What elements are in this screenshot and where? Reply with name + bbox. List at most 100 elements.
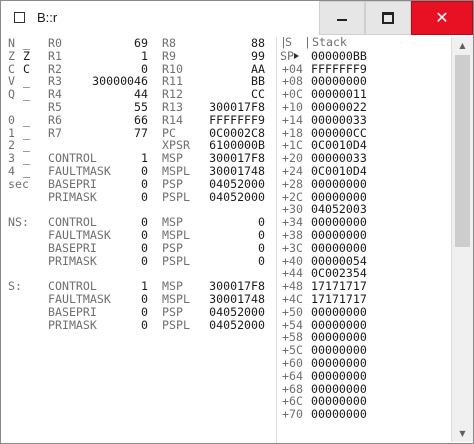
window-icon[interactable] <box>14 12 25 23</box>
stack-pointer-name: MSPL <box>162 292 190 306</box>
register-value[interactable]: 66 <box>134 113 148 127</box>
register-view: N _ Z Z C C V _ Q _ 0 _ 1 _ 2 _ 3 _ 4 _ sec R0 69 R1 1 R2 0 R3 30000… <box>1 37 451 443</box>
stack-pointer-name: PSPL <box>162 189 190 204</box>
flag-name: Z <box>8 48 15 63</box>
stack-pointer-name: PSPL <box>162 317 190 332</box>
stack-value[interactable]: 17171717 <box>311 293 367 306</box>
special-register-name: FAULTMASK <box>48 292 111 306</box>
register-value[interactable]: 99 <box>251 49 265 63</box>
special-register-name: PRIMASK <box>48 253 97 268</box>
stack-value[interactable]: 00000000 <box>311 408 367 421</box>
special-register-value[interactable]: 0 <box>141 318 148 332</box>
special-register-value[interactable]: 0 <box>141 254 148 268</box>
maximize-button[interactable] <box>365 1 411 35</box>
register-name: R6 <box>48 112 62 127</box>
stack-offset: +60 <box>282 356 303 370</box>
register-name: R7 <box>48 125 62 140</box>
special-register-name: PRIMASK <box>48 189 97 204</box>
stack-value[interactable]: 00000000 <box>311 369 367 383</box>
special-register-value[interactable]: 0 <box>141 229 148 242</box>
register-value[interactable]: 300017F8 <box>209 101 265 114</box>
stack-value[interactable]: 000000BB <box>311 49 367 63</box>
special-register-name: BASEPRI <box>48 176 97 191</box>
stack-offset: +4C <box>282 292 303 306</box>
stack-pointer-value[interactable]: 04052000 <box>209 305 265 319</box>
register-name: R0 <box>48 37 62 50</box>
flag-name: sec <box>8 176 29 191</box>
stack-offset: +3C <box>282 240 303 255</box>
close-button[interactable]: ✕ <box>411 1 473 35</box>
stack-divider <box>276 37 277 443</box>
stack-offset: +28 <box>282 176 303 191</box>
stack-value[interactable]: 00000033 <box>311 113 367 127</box>
stack-pointer-value[interactable]: 30001748 <box>209 165 265 178</box>
register-value[interactable]: 88 <box>251 37 265 50</box>
stack-pointer-name: PSPL <box>162 253 190 268</box>
register-name: R1 <box>48 48 62 63</box>
stack-value[interactable]: 00000000 <box>311 177 367 191</box>
register-name: R9 <box>162 48 176 63</box>
stack-pointer-value[interactable]: 0 <box>258 241 265 255</box>
flag-name: 4 <box>8 164 15 178</box>
register-value[interactable]: 1 <box>141 49 148 63</box>
stack-pointer-value[interactable]: 0 <box>258 229 265 242</box>
special-register-value[interactable]: 0 <box>141 177 148 191</box>
stack-pointer-name: MSPL <box>162 228 190 242</box>
register-value[interactable]: FFFFFFF9 <box>209 113 265 127</box>
stack-pointer-value[interactable]: 04052000 <box>209 177 265 191</box>
scroll-up-icon[interactable]: ▲ <box>452 37 473 54</box>
special-register-value[interactable]: 0 <box>141 241 148 255</box>
minimize-button[interactable] <box>319 1 365 35</box>
stack-offset: +24 <box>282 164 303 178</box>
vertical-scrollbar[interactable]: ▲ ▼ <box>451 37 473 442</box>
stack-offset: +14 <box>282 112 303 127</box>
window-title: B::r <box>37 10 58 25</box>
stack-value[interactable]: 00000000 <box>311 305 367 319</box>
stack-offset: +64 <box>282 368 303 383</box>
stack-offset: +50 <box>282 304 303 319</box>
register-value[interactable]: 55 <box>134 101 148 114</box>
flag-value[interactable]: _ <box>23 88 30 101</box>
stack-value[interactable]: 00000000 <box>311 229 367 242</box>
stack-pointer-value[interactable]: 0 <box>258 254 265 268</box>
stack-header-bar: | <box>304 37 311 49</box>
special-register-value[interactable]: 0 <box>141 165 148 178</box>
special-register-value[interactable]: 0 <box>141 190 148 204</box>
scroll-down-icon[interactable]: ▼ <box>452 425 473 442</box>
security-prefix: S: <box>8 279 22 294</box>
flag-value[interactable]: _ <box>23 37 30 50</box>
register-window: B::r ✕ N _ Z Z C C V _ Q _ 0 _ 1 _ 2 _ 3 _ 4 _ sec R0 69 R1 1 R2 0… <box>0 0 474 444</box>
stack-pointer-name: PSP <box>162 176 183 191</box>
special-register-name: BASEPRI <box>48 240 97 255</box>
stack-value[interactable]: 00000000 <box>311 357 367 370</box>
minimize-icon <box>337 19 347 21</box>
flag-value[interactable]: _ <box>23 165 30 178</box>
special-register-name: BASEPRI <box>48 304 97 319</box>
flag-value[interactable]: _ <box>23 113 30 127</box>
security-prefix: NS: <box>8 215 29 230</box>
stack-pointer-value[interactable]: 30001748 <box>209 293 265 306</box>
flag-name: N <box>8 37 15 50</box>
scroll-thumb[interactable] <box>455 55 470 247</box>
register-value[interactable]: 77 <box>134 126 148 140</box>
stack-offset: +10 <box>282 100 303 114</box>
stack-value[interactable]: 00000022 <box>311 101 367 114</box>
stack-pointer-label: SP <box>280 48 294 63</box>
stack-pointer-value[interactable]: 04052000 <box>209 190 265 204</box>
special-register-name: FAULTMASK <box>48 164 111 178</box>
special-register-name: PRIMASK <box>48 317 97 332</box>
stack-value[interactable]: 00000000 <box>311 241 367 255</box>
special-register-value[interactable]: 0 <box>141 293 148 306</box>
stack-value[interactable]: 0C0010D4 <box>311 165 367 178</box>
register-name: R14 <box>162 112 183 127</box>
maximize-icon <box>382 12 394 24</box>
register-value[interactable]: 69 <box>134 37 148 50</box>
register-name: R5 <box>48 100 62 114</box>
stack-pointer-value[interactable]: 04052000 <box>209 318 265 332</box>
flag-value[interactable]: Z <box>23 49 30 63</box>
stack-offset: +70 <box>282 407 303 422</box>
title-bar[interactable]: B::r ✕ <box>1 1 473 37</box>
special-register-value[interactable]: 0 <box>141 305 148 319</box>
register-name: R13 <box>162 100 183 114</box>
close-icon: ✕ <box>435 8 449 27</box>
